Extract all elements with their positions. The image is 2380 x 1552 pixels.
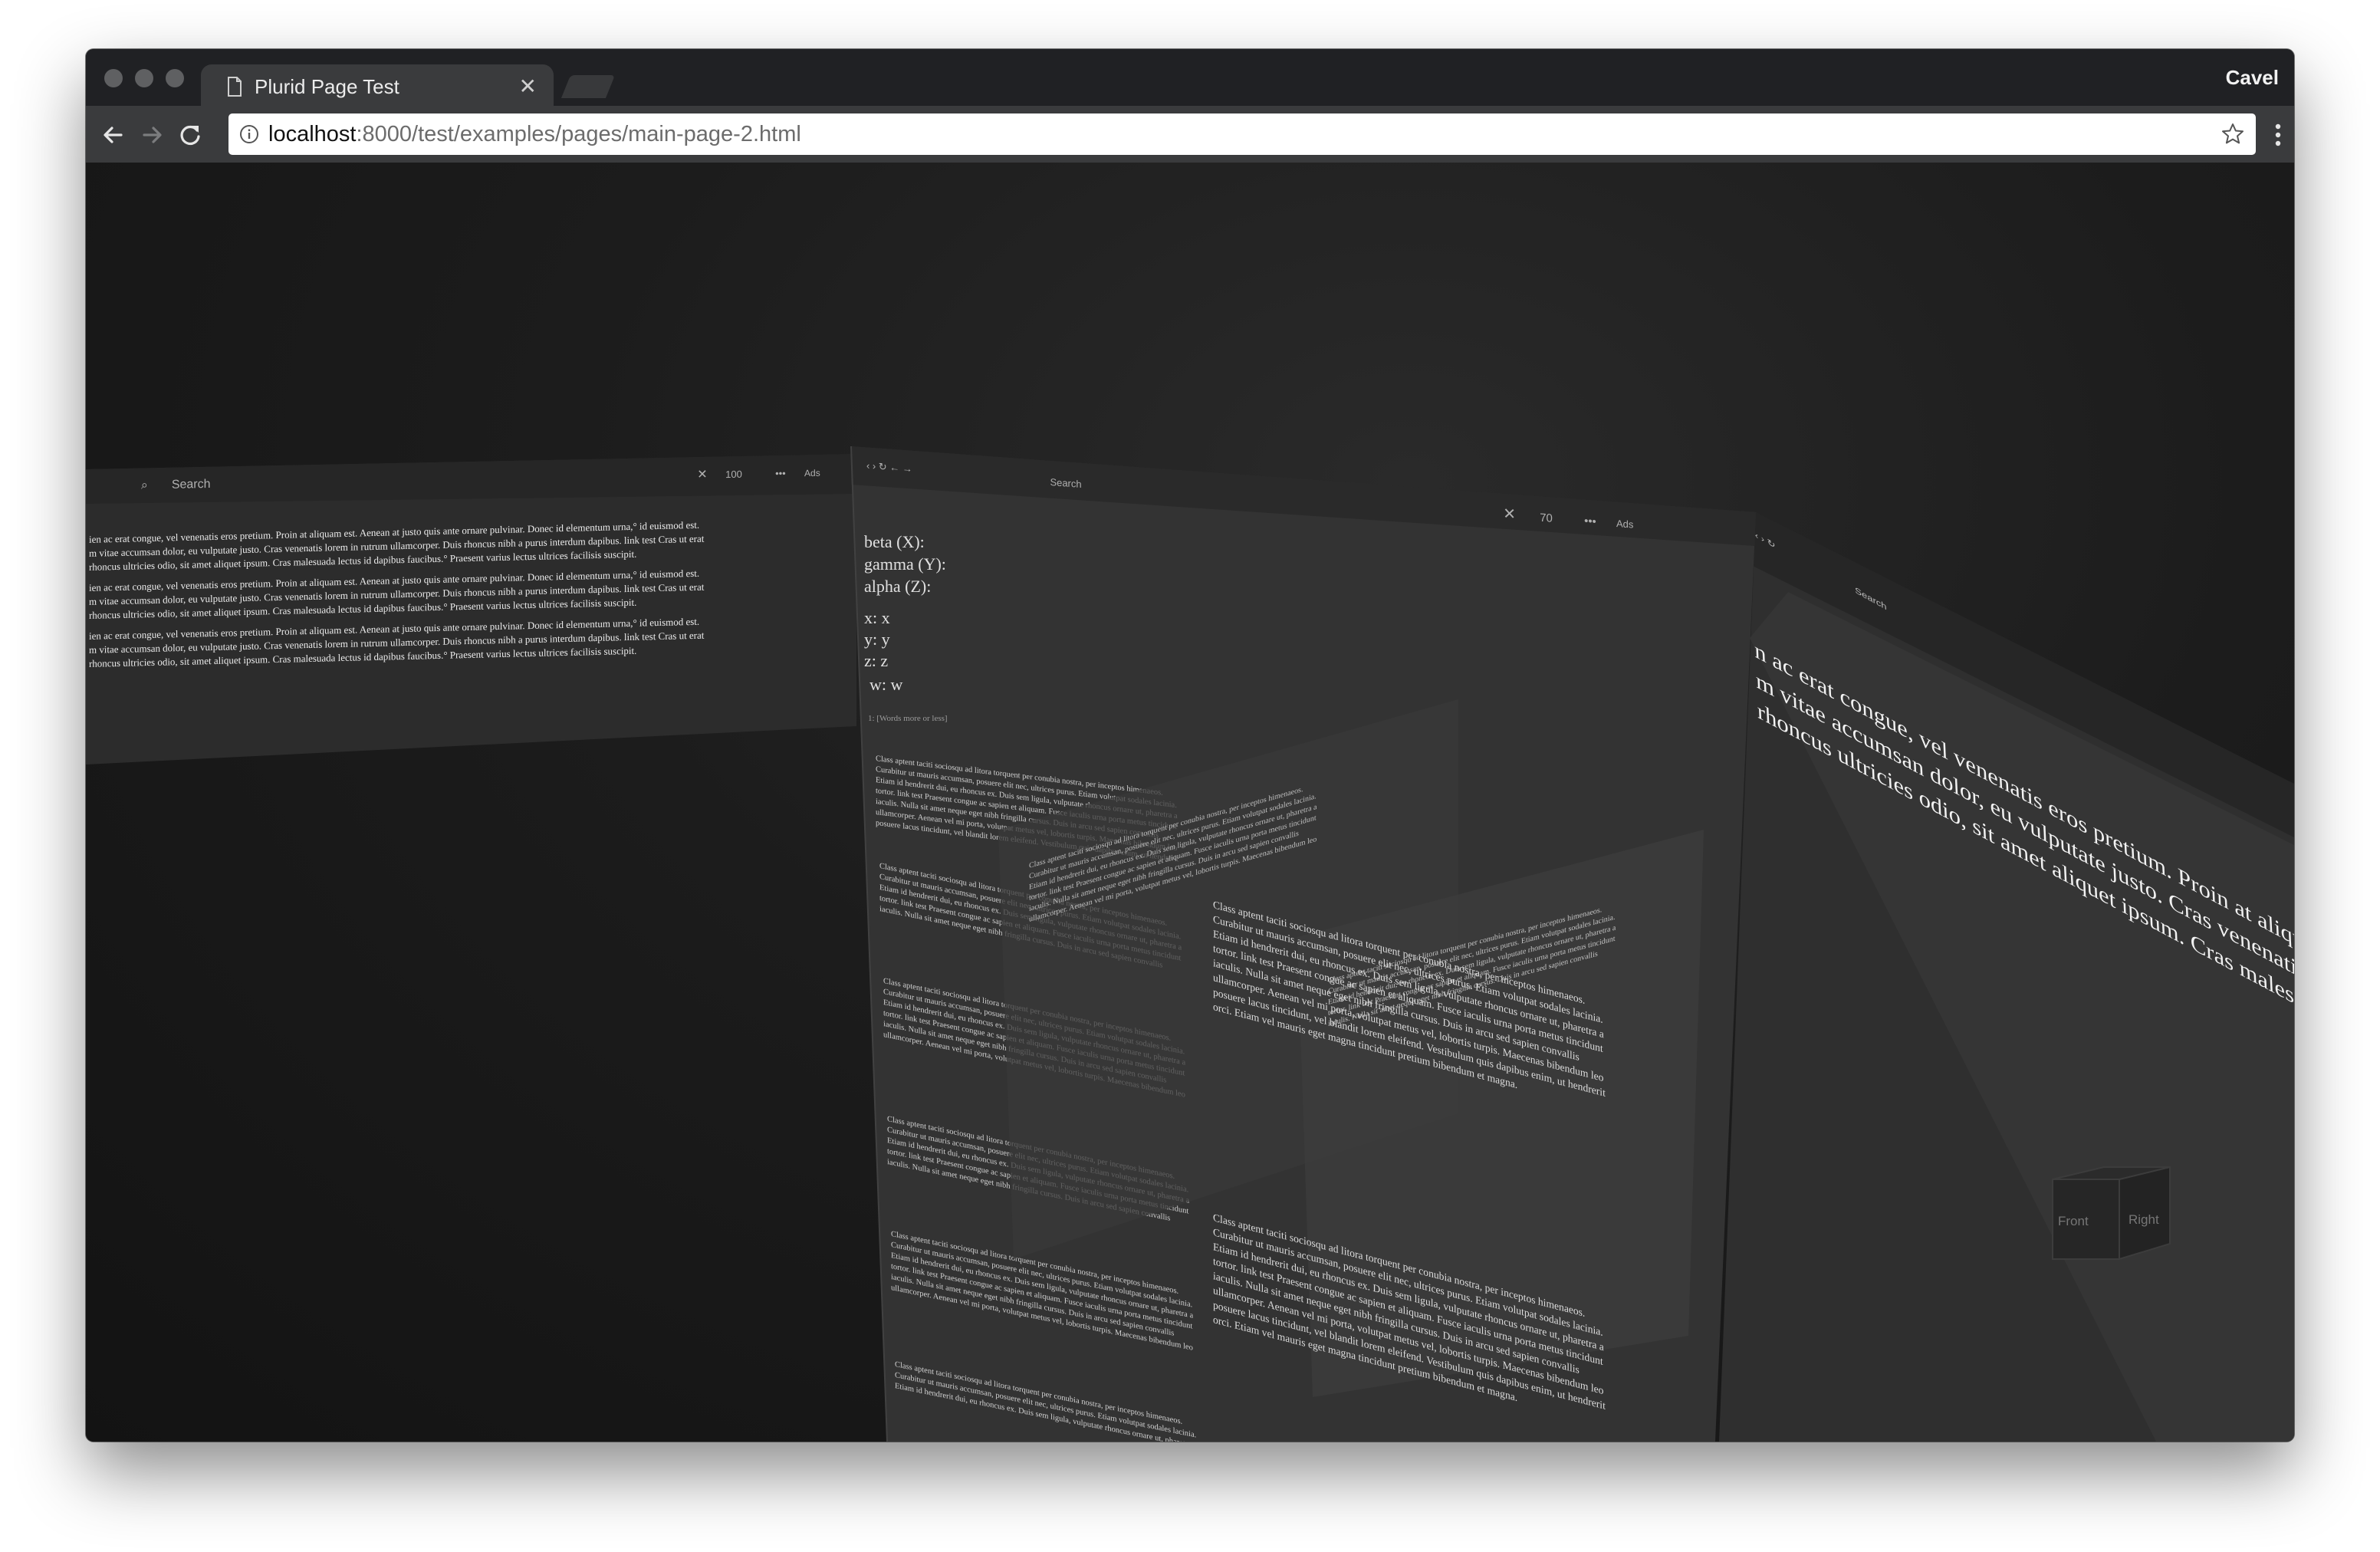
view-cube-front-face[interactable]: Front [2058, 1214, 2089, 1228]
center-plurid-page[interactable]: ‹ › ↻ ← → Search ✕ 70 ••• Ads beta (X): … [850, 446, 1756, 1442]
reload-icon[interactable] [175, 120, 205, 150]
left-page-search-label[interactable]: Search [172, 478, 211, 492]
left-page-toolbar-zoom[interactable]: 100 [725, 469, 742, 480]
orientation-gamma: gamma (Y): [864, 554, 946, 574]
view-cube-right-face[interactable]: Right [2129, 1212, 2159, 1227]
plurid-viewport[interactable]: ⌕ Search ✕ 100 ••• Ads ien ac erat congu… [86, 163, 2294, 1442]
coordinate-x: x: x [864, 608, 890, 627]
center-page-toolbar-zoom[interactable]: 70 [1540, 511, 1553, 525]
center-page-toolbar-more[interactable]: ••• [1584, 515, 1596, 528]
info-icon[interactable] [239, 124, 259, 148]
minimize-window-button[interactable] [135, 69, 153, 87]
orientation-alpha: alpha (Z): [864, 577, 931, 596]
document-icon [227, 77, 242, 100]
active-tab[interactable]: Plurid Page Test ✕ [201, 64, 554, 107]
coordinate-z: z: z [864, 651, 888, 670]
zoom-window-button[interactable] [166, 69, 184, 87]
left-page-search-icon: ⌕ [141, 478, 148, 492]
forward-arrow-icon[interactable] [136, 120, 167, 150]
coordinate-w: w: w [869, 675, 903, 694]
left-page-toolbar-ads[interactable]: Ads [804, 468, 820, 478]
new-tab-button[interactable] [560, 75, 616, 98]
left-page-close-icon[interactable]: ✕ [697, 469, 707, 482]
bookmark-star-icon[interactable] [2221, 122, 2245, 150]
center-page-close-icon[interactable]: ✕ [1503, 505, 1516, 523]
back-arrow-icon[interactable] [98, 120, 129, 150]
center-page-link-note: 1: [Words more or less] [868, 714, 948, 723]
left-page-toolbar-more[interactable]: ••• [775, 468, 786, 479]
browser-window: Plurid Page Test ✕ Cavel localhost:8000/… [86, 49, 2294, 1442]
browser-menu-icon[interactable] [2273, 120, 2283, 150]
right-plurid-page[interactable]: ‹ › ↻ Search n ac erat congue, vel venen… [1719, 512, 2294, 1442]
tab-title: Plurid Page Test [255, 75, 399, 98]
center-page-search-label[interactable]: Search [1050, 476, 1081, 490]
url-path: :8000/test/examples/pages/main-page-2.ht… [356, 122, 801, 146]
url-text[interactable]: localhost:8000/test/examples/pages/main-… [268, 122, 801, 147]
title-bar: Plurid Page Test ✕ Cavel [86, 49, 2294, 107]
close-window-button[interactable] [104, 69, 123, 87]
close-tab-icon[interactable]: ✕ [519, 74, 537, 99]
left-plurid-page[interactable]: ⌕ Search ✕ 100 ••• Ads ien ac erat congu… [86, 454, 856, 764]
coordinate-y: y: y [864, 630, 890, 649]
profile-name[interactable]: Cavel [2226, 66, 2279, 90]
address-bar[interactable]: localhost:8000/test/examples/pages/main-… [228, 113, 2256, 155]
plurid-3d-scene: ⌕ Search ✕ 100 ••• Ads ien ac erat congu… [86, 446, 2294, 1442]
view-cube[interactable]: Front Right [2052, 1166, 2171, 1261]
url-host: localhost [268, 122, 357, 146]
center-page-toolbar-ads[interactable]: Ads [1616, 518, 1634, 531]
orientation-beta: beta (X): [864, 532, 925, 551]
browser-toolbar: localhost:8000/test/examples/pages/main-… [86, 106, 2294, 163]
